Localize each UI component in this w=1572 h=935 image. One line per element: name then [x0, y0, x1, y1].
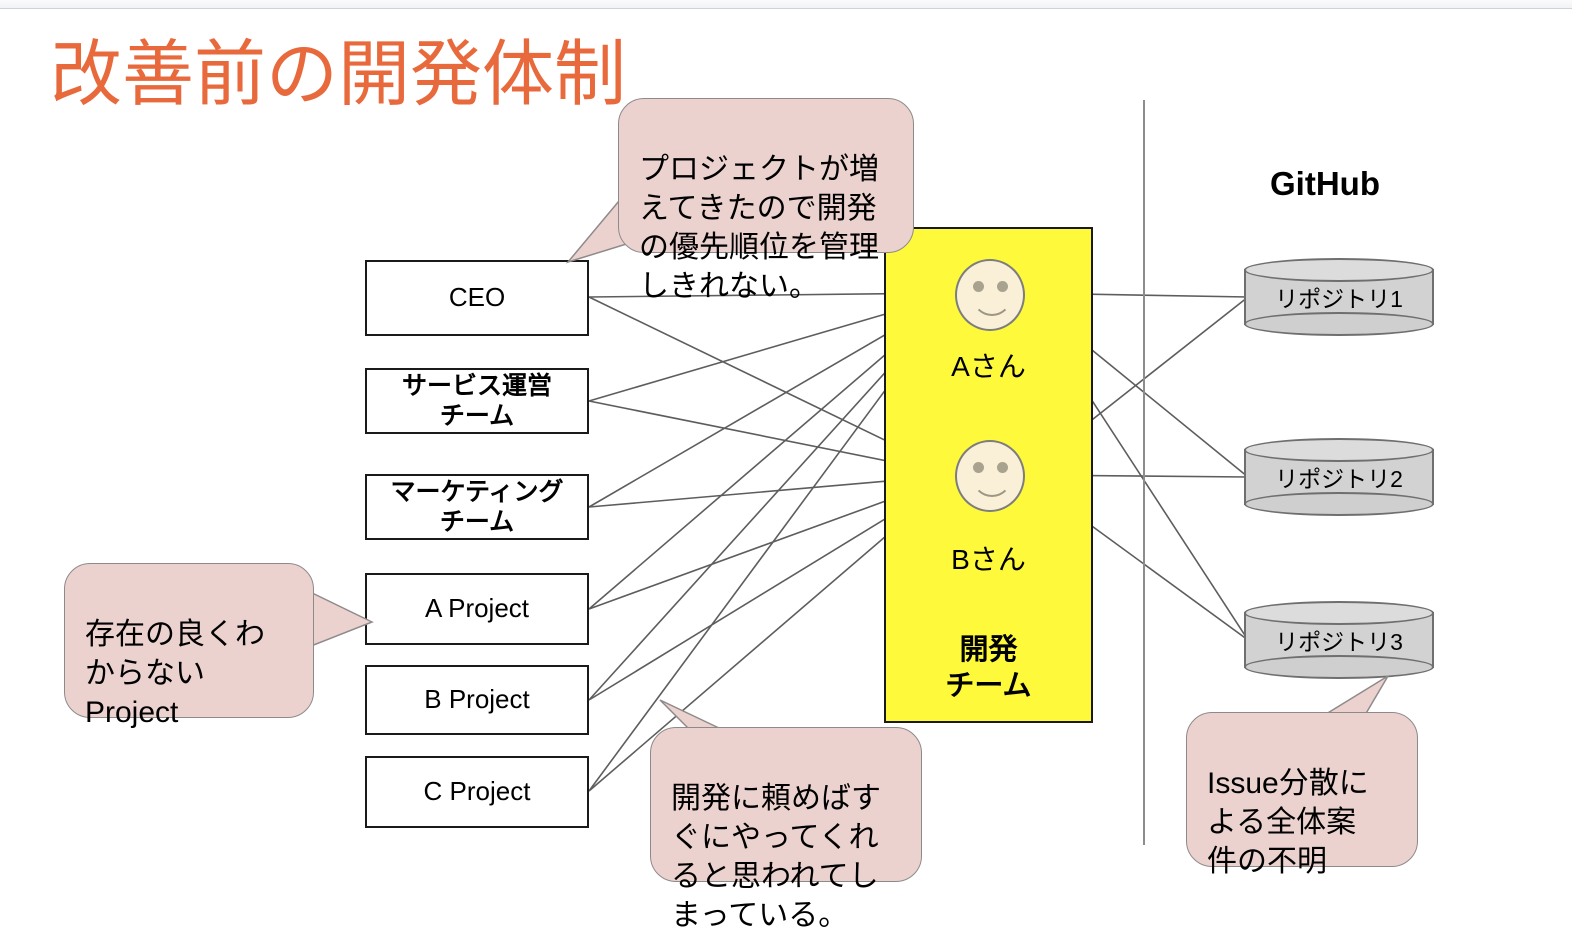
smile-icon [972, 475, 1012, 497]
github-boundary-divider [1143, 100, 1145, 845]
dev-team-label: 開発 チーム [945, 634, 1032, 703]
org-box-label: CEO [448, 282, 506, 313]
eye-icon [997, 462, 1008, 473]
smile-icon [972, 294, 1012, 316]
callout-unknown-project: 存在の良くわ からない Project [64, 563, 314, 729]
org-box-label: A Project [424, 593, 530, 624]
org-box-marketing-team[interactable]: マーケティング チーム [365, 474, 589, 540]
org-box-label: C Project [423, 776, 531, 807]
org-box-project-c[interactable]: C Project [365, 756, 589, 828]
repository-3[interactable]: リポジトリ3 [1244, 601, 1434, 679]
repository-label: リポジトリ1 [1275, 286, 1403, 312]
callout-priority-management: プロジェクトが増 えてきたので開発 の優先順位を管理 しきれない。 [618, 98, 914, 303]
person-a-face-icon [955, 259, 1025, 331]
page-title: 改善前の開発体制 [50, 35, 627, 115]
repository-label: リポジトリ3 [1275, 629, 1403, 655]
callout-text: 存在の良くわ からない Project [85, 618, 265, 729]
org-box-label: サービス運営 チーム [401, 371, 552, 431]
eye-icon [973, 462, 984, 473]
org-box-label: マーケティング チーム [390, 477, 564, 537]
viewer-top-chrome [0, 0, 1572, 9]
slide-canvas: 改善前の開発体制 Aさん Bさん 開発 チーム CEO サービス運営 チーム マ… [0, 0, 1572, 932]
org-box-service-team[interactable]: サービス運営 チーム [365, 368, 589, 434]
callout-issue-dispersion: Issue分散に よる全体案 件の不明 [1186, 712, 1418, 878]
repository-1[interactable]: リポジトリ1 [1244, 258, 1434, 336]
org-box-project-a[interactable]: A Project [365, 573, 589, 645]
repository-label: リポジトリ2 [1275, 466, 1403, 492]
callout-text: 開発に頼めばす ぐにやってくれ ると思われてし まっている。 [671, 782, 881, 932]
org-box-project-b[interactable]: B Project [365, 665, 589, 735]
callout-left-tail [305, 588, 374, 650]
callout-dev-expectation: 開発に頼めばす ぐにやってくれ ると思われてし まっている。 [650, 727, 922, 932]
person-b-label: Bさん [951, 544, 1026, 575]
eye-icon [973, 281, 984, 292]
org-box-label: B Project [424, 684, 530, 715]
person-b-face-icon [955, 440, 1025, 512]
github-title: GitHub [1270, 165, 1380, 202]
repository-2[interactable]: リポジトリ2 [1244, 438, 1434, 516]
eye-icon [997, 281, 1008, 292]
callout-text: Issue分散に よる全体案 件の不明 [1207, 767, 1369, 878]
callout-text: プロジェクトが増 えてきたので開発 の優先順位を管理 しきれない。 [639, 153, 879, 303]
person-a-label: Aさん [951, 351, 1026, 382]
org-box-ceo[interactable]: CEO [365, 260, 589, 336]
